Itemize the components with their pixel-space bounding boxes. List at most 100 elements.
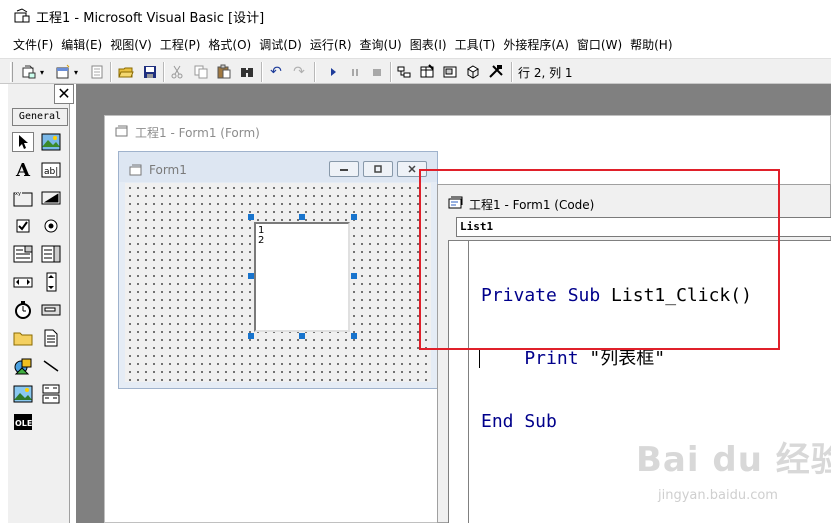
- drivelistbox-tool-icon[interactable]: [40, 300, 62, 320]
- label-tool-icon[interactable]: A: [12, 160, 34, 181]
- cut-icon[interactable]: [168, 63, 186, 81]
- line-tool-icon[interactable]: [40, 356, 62, 376]
- toolbar-separator: [314, 62, 315, 82]
- window-title: 工程1 - Microsoft Visual Basic [设计]: [36, 11, 265, 26]
- project-explorer-icon[interactable]: [395, 63, 413, 81]
- list-item[interactable]: 1: [258, 226, 346, 236]
- toolbox-tab-general[interactable]: General: [12, 108, 68, 126]
- list1-listbox[interactable]: 1 2: [254, 222, 350, 332]
- start-icon[interactable]: [324, 63, 342, 81]
- hscrollbar-tool-icon[interactable]: [12, 272, 34, 292]
- combobox-tool-icon[interactable]: [12, 244, 34, 264]
- optionbutton-tool-icon[interactable]: [40, 216, 62, 236]
- close-icon[interactable]: ✕: [54, 84, 74, 104]
- find-icon[interactable]: [238, 63, 256, 81]
- toolbar-separator: [163, 62, 164, 82]
- chevron-down-icon[interactable]: ▾: [37, 63, 47, 81]
- paste-icon[interactable]: [215, 63, 233, 81]
- pointer-tool-icon[interactable]: [12, 132, 34, 152]
- menu-debug[interactable]: 调试(D): [259, 34, 302, 56]
- designer-title-bar[interactable]: 工程1 - Form1 (Form): [105, 116, 830, 144]
- menu-editor-icon[interactable]: [88, 63, 106, 81]
- commandbutton-tool-icon[interactable]: [40, 188, 62, 208]
- resize-handle[interactable]: [351, 214, 357, 220]
- redo-icon[interactable]: ↷: [290, 63, 308, 81]
- toolbox-panel: ✕ General A ab| xy OLE: [8, 84, 74, 523]
- maximize-icon[interactable]: [363, 161, 393, 177]
- code-window-title-bar[interactable]: 工程1 - Form1 (Code): [438, 185, 830, 215]
- code-line: Print "列表框": [479, 348, 666, 369]
- form1-title-bar[interactable]: Form1: [119, 152, 437, 182]
- add-form-icon[interactable]: [54, 63, 72, 81]
- listbox-tool-icon[interactable]: [40, 244, 62, 264]
- undo-icon[interactable]: ↶: [267, 63, 285, 81]
- svg-text:xy: xy: [15, 191, 21, 197]
- chevron-down-icon[interactable]: ▾: [71, 63, 81, 81]
- text-caret: [479, 350, 480, 368]
- stop-icon[interactable]: [368, 63, 386, 81]
- resize-handle[interactable]: [351, 273, 357, 279]
- menu-help[interactable]: 帮助(H): [630, 34, 672, 56]
- watermark-logo: Bai du 经验: [636, 440, 831, 480]
- object-browser-icon[interactable]: [464, 63, 482, 81]
- toolbar-separator: [511, 62, 512, 82]
- svg-text:ab|: ab|: [44, 167, 58, 177]
- copy-icon[interactable]: [192, 63, 210, 81]
- form-window-icon: [115, 125, 129, 140]
- picturebox-tool-icon[interactable]: [40, 132, 62, 152]
- list-item[interactable]: 2: [258, 236, 346, 246]
- timer-tool-icon[interactable]: [12, 300, 34, 320]
- watermark-url: jingyan.baidu.com: [658, 488, 778, 503]
- checkbox-tool-icon[interactable]: [12, 216, 34, 236]
- cursor-position-label: 行 2, 列 1: [518, 66, 573, 80]
- menu-query[interactable]: 查询(U): [360, 34, 402, 56]
- svg-text:OLE: OLE: [15, 419, 32, 428]
- code-margin[interactable]: [449, 241, 469, 523]
- resize-handle[interactable]: [299, 333, 305, 339]
- standard-toolbar: ▾ ▾ ↶ ↷ 行 2, 列 1: [0, 58, 831, 84]
- form-layout-icon[interactable]: [441, 63, 459, 81]
- menu-view[interactable]: 视图(V): [110, 34, 152, 56]
- menu-file[interactable]: 文件(F): [13, 34, 53, 56]
- resize-handle[interactable]: [248, 273, 254, 279]
- add-project-icon[interactable]: [20, 63, 38, 81]
- close-icon[interactable]: [397, 161, 427, 177]
- toolbar-separator: [261, 62, 262, 82]
- baidu-jingyan-watermark: Bai du 经验 jingyan.baidu.com: [636, 432, 831, 522]
- shape-tool-icon[interactable]: [12, 356, 34, 376]
- save-project-icon[interactable]: [141, 63, 159, 81]
- menu-run[interactable]: 运行(R): [310, 34, 352, 56]
- object-combobox[interactable]: List1: [456, 217, 831, 237]
- dirlistbox-tool-icon[interactable]: [12, 328, 34, 348]
- textbox-tool-icon[interactable]: ab|: [40, 160, 62, 180]
- properties-window-icon[interactable]: [418, 63, 436, 81]
- menu-format[interactable]: 格式(O): [208, 34, 251, 56]
- toolbox-icon[interactable]: [487, 63, 505, 81]
- resize-handle[interactable]: [248, 214, 254, 220]
- menu-window[interactable]: 窗口(W): [577, 34, 622, 56]
- image-tool-icon[interactable]: [12, 384, 34, 404]
- ole-tool-icon[interactable]: OLE: [12, 412, 34, 432]
- toolbar-separator: [110, 62, 111, 82]
- code-line: End Sub: [481, 411, 557, 432]
- title-bar: 工程1 - Microsoft Visual Basic [设计]: [0, 0, 831, 32]
- toolbar-grip[interactable]: [10, 62, 13, 82]
- menu-diagram[interactable]: 图表(I): [410, 34, 447, 56]
- frame-tool-icon[interactable]: xy: [12, 188, 34, 208]
- code-window-icon: [448, 196, 464, 213]
- menu-project[interactable]: 工程(P): [160, 34, 201, 56]
- vscrollbar-tool-icon[interactable]: [40, 272, 62, 292]
- form-icon: [129, 164, 143, 179]
- open-project-icon[interactable]: [117, 63, 135, 81]
- data-tool-icon[interactable]: [40, 384, 62, 404]
- menu-bar: 文件(F) 编辑(E) 视图(V) 工程(P) 格式(O) 调试(D) 运行(R…: [0, 34, 831, 56]
- resize-handle[interactable]: [248, 333, 254, 339]
- filelistbox-tool-icon[interactable]: [40, 328, 62, 348]
- menu-tools[interactable]: 工具(T): [455, 34, 496, 56]
- resize-handle[interactable]: [299, 214, 305, 220]
- minimize-icon[interactable]: [329, 161, 359, 177]
- menu-addins[interactable]: 外接程序(A): [503, 34, 569, 56]
- break-icon[interactable]: [346, 63, 364, 81]
- menu-edit[interactable]: 编辑(E): [61, 34, 102, 56]
- resize-handle[interactable]: [351, 333, 357, 339]
